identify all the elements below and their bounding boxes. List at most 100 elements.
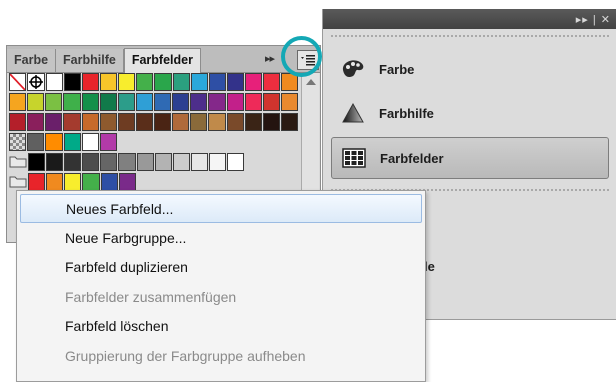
swatch[interactable] <box>226 113 244 131</box>
swatch[interactable] <box>280 93 298 111</box>
swatch[interactable] <box>172 73 190 91</box>
swatch-empty <box>155 173 172 191</box>
swatch-empty <box>209 133 226 151</box>
swatch[interactable] <box>208 153 227 171</box>
swatch[interactable] <box>82 173 100 191</box>
swatch[interactable] <box>154 73 172 91</box>
swatch-row <box>9 73 299 93</box>
scroll-up-arrow-icon[interactable] <box>306 79 316 85</box>
tabs-overflow-icon[interactable]: ▸▸ <box>265 52 275 65</box>
swatch[interactable] <box>136 153 154 171</box>
swatch[interactable] <box>100 173 118 191</box>
swatch[interactable] <box>64 153 82 171</box>
swatch[interactable] <box>154 113 172 131</box>
color-group-folder-icon[interactable] <box>9 173 27 191</box>
swatch[interactable] <box>172 113 190 131</box>
swatch[interactable] <box>262 93 280 111</box>
dock-item-farbe[interactable]: Farbe <box>331 49 609 89</box>
swatch[interactable] <box>45 93 63 111</box>
swatch[interactable] <box>27 113 45 131</box>
swatch[interactable] <box>99 133 118 151</box>
tab-farbhilfe[interactable]: Farbhilfe <box>56 49 124 72</box>
swatch[interactable] <box>82 153 100 171</box>
swatch[interactable] <box>46 153 64 171</box>
menu-item-farbfeld-loeschen[interactable]: Farbfeld löschen <box>17 312 425 342</box>
swatch-pattern[interactable] <box>9 133 27 151</box>
tab-farbe[interactable]: Farbe <box>7 49 57 72</box>
swatch[interactable] <box>28 173 46 191</box>
dock-grip[interactable] <box>331 35 609 47</box>
swatch-empty <box>191 133 208 151</box>
swatch[interactable] <box>172 93 190 111</box>
swatch-empty <box>281 173 298 191</box>
swatch[interactable] <box>81 93 99 111</box>
swatch-empty <box>191 173 208 191</box>
dock-titlebar[interactable]: ▸▸ | ✕ <box>323 9 616 29</box>
swatch[interactable] <box>27 133 45 151</box>
swatch[interactable] <box>118 173 136 191</box>
swatch-empty <box>263 133 280 151</box>
swatch[interactable] <box>135 93 153 111</box>
menu-item-neues-farbfeld[interactable]: Neues Farbfeld... <box>20 194 422 223</box>
menu-item-neue-farbgruppe[interactable]: Neue Farbgruppe... <box>17 223 425 253</box>
swatch[interactable] <box>280 113 298 131</box>
color-guide-icon <box>339 101 367 125</box>
swatch[interactable] <box>118 73 136 91</box>
swatch[interactable] <box>262 113 280 131</box>
tab-farbfelder[interactable]: Farbfelder <box>123 48 201 73</box>
swatch[interactable] <box>226 73 244 91</box>
swatch[interactable] <box>100 73 118 91</box>
swatch[interactable] <box>172 153 190 171</box>
swatch[interactable] <box>244 73 262 91</box>
swatch[interactable] <box>118 153 136 171</box>
swatch[interactable] <box>81 133 99 151</box>
swatch[interactable] <box>9 113 27 131</box>
swatch[interactable] <box>117 113 135 131</box>
swatch[interactable] <box>64 173 82 191</box>
swatch[interactable] <box>63 93 81 111</box>
dock-item-label: Farbe <box>379 61 415 77</box>
swatch[interactable] <box>82 73 100 91</box>
swatch-registration-icon[interactable] <box>27 73 46 91</box>
swatch[interactable] <box>81 113 99 131</box>
swatch[interactable] <box>154 153 172 171</box>
swatch[interactable] <box>190 73 208 91</box>
swatch[interactable] <box>208 93 226 111</box>
swatch[interactable] <box>63 133 81 151</box>
swatch[interactable] <box>117 93 135 111</box>
menu-item-farbfeld-duplizieren[interactable]: Farbfeld duplizieren <box>17 253 425 283</box>
swatch[interactable] <box>154 93 172 111</box>
swatch[interactable] <box>45 113 63 131</box>
swatch[interactable] <box>227 153 245 171</box>
swatch-row <box>9 133 299 153</box>
color-group-folder-icon[interactable] <box>9 153 27 171</box>
swatch[interactable] <box>46 173 64 191</box>
swatch[interactable] <box>190 153 208 171</box>
swatch[interactable] <box>190 113 208 131</box>
swatch[interactable] <box>9 93 27 111</box>
swatch-none[interactable] <box>9 73 27 91</box>
swatch[interactable] <box>99 93 117 111</box>
swatch[interactable] <box>244 93 262 111</box>
swatch[interactable] <box>262 73 280 91</box>
swatch[interactable] <box>208 113 226 131</box>
swatch[interactable] <box>190 93 208 111</box>
dock-collapse-icon[interactable]: ▸▸ | ✕ <box>576 13 611 26</box>
swatch[interactable] <box>45 133 63 151</box>
dock-item-farbfelder[interactable]: Farbfelder <box>331 137 609 179</box>
swatch[interactable] <box>136 73 154 91</box>
swatch[interactable] <box>244 113 262 131</box>
swatch[interactable] <box>226 93 244 111</box>
swatch-empty <box>209 173 226 191</box>
swatch[interactable] <box>64 73 82 91</box>
swatch[interactable] <box>27 93 45 111</box>
swatch[interactable] <box>135 113 153 131</box>
swatch-empty <box>227 133 244 151</box>
swatch[interactable] <box>99 113 117 131</box>
swatch[interactable] <box>208 73 226 91</box>
swatch[interactable] <box>28 153 46 171</box>
swatch[interactable] <box>100 153 118 171</box>
swatch[interactable] <box>46 73 64 91</box>
swatch[interactable] <box>63 113 81 131</box>
dock-item-farbhilfe[interactable]: Farbhilfe <box>331 93 609 133</box>
